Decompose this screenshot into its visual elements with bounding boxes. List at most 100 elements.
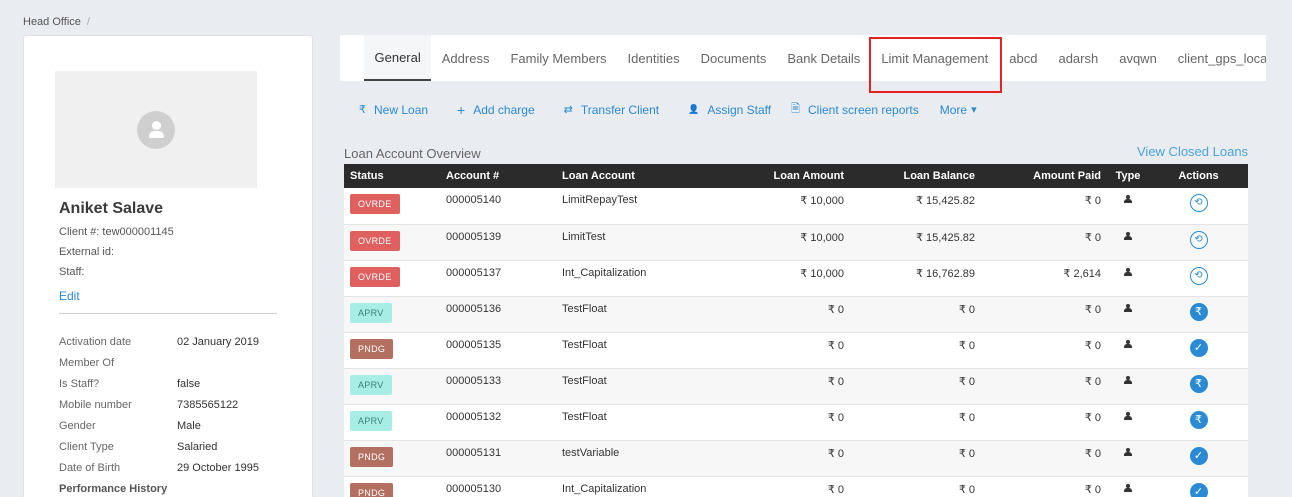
status-cell: PNDG [344,332,440,369]
table-row[interactable]: OVRDE 000005139 LimitTest ₹ 10,000 ₹ 15,425.… [344,224,1248,261]
table-row[interactable]: APRV 000005132 TestFloat ₹ 0 ₹ 0 ₹ 0 ₹ [344,404,1248,441]
account-number-cell[interactable]: 000005133 [440,368,556,405]
highlight-annotation [869,37,1002,93]
loan-balance-cell: ₹ 15,425.82 [850,188,981,225]
account-number-cell[interactable]: 000005137 [440,260,556,297]
account-number-cell[interactable]: 000005130 [440,476,556,497]
table-row[interactable]: PNDG 000005131 testVariable ₹ 0 ₹ 0 ₹ 0 ✓ [344,440,1248,477]
account-number-cell[interactable]: 000005136 [440,296,556,333]
loan-product-cell: LimitRepayTest [556,188,716,225]
plus-icon: + [457,101,466,118]
detail-activation-date: Activation date 02 January 2019 [59,336,299,348]
user-avatar-icon [137,110,175,149]
approve-icon[interactable]: ✓ [1189,338,1208,357]
tab-identities[interactable]: Identities [617,35,690,81]
tab-avqwn[interactable]: avqwn [1109,35,1168,81]
status-badge: PNDG [350,446,394,467]
loan-amount-cell: ₹ 0 [716,404,850,441]
loan-balance-cell: ₹ 16,762.89 [850,260,981,297]
account-number-cell[interactable]: 000005132 [440,404,556,441]
new-loan-button[interactable]: ₹ New Loan [359,100,428,119]
make-repayment-icon[interactable]: ⟲ [1189,230,1208,249]
loan-balance-cell: ₹ 0 [850,404,981,441]
status-badge: APRV [350,374,392,395]
add-charge-button[interactable]: + Add charge [457,100,535,119]
account-number-cell[interactable]: 000005135 [440,332,556,369]
make-repayment-icon[interactable]: ⟲ [1189,194,1208,212]
caret-down-icon: ▾ [971,104,977,116]
type-cell [1107,440,1149,477]
approve-icon[interactable]: ✓ [1189,482,1208,497]
detail-label: Member Of [59,357,115,369]
table-row[interactable]: OVRDE 000005140 LimitRepayTest ₹ 10,000 ₹ 15… [344,188,1248,225]
amount-paid-cell: ₹ 0 [981,224,1107,261]
status-badge: OVRDE [350,194,400,214]
detail-label: Client Type [59,441,114,453]
loan-product-cell: Int_Capitalization [556,476,716,497]
client-screen-reports-button[interactable]: 🗎 Client screen reports [791,100,919,119]
disburse-icon[interactable]: ₹ [1189,302,1208,321]
type-cell [1107,260,1149,297]
loan-product-cell: testVariable [556,440,716,477]
col-loan-amount: Loan Amount [716,164,850,188]
amount-paid-cell: ₹ 0 [981,476,1107,497]
table-row[interactable]: OVRDE 000005137 Int_Capitalization ₹ 10,000… [344,260,1248,297]
assign-staff-button[interactable]: 👤 Assign Staff [688,100,771,119]
status-badge: PNDG [350,482,394,497]
action-label: More [939,102,968,117]
individual-user-icon [1124,303,1132,312]
disburse-icon[interactable]: ₹ [1189,374,1208,393]
edit-link[interactable]: Edit [59,289,80,303]
loan-amount-cell: ₹ 0 [716,332,850,369]
account-number-cell[interactable]: 000005131 [440,440,556,477]
status-cell: APRV [344,368,440,405]
tab-bank-details[interactable]: Bank Details [777,35,871,81]
detail-is-staff: Is Staff? false [59,378,299,390]
actions-cell: ⟲ [1149,188,1248,225]
view-closed-loans-link[interactable]: View Closed Loans [1137,144,1248,159]
col-amount-paid: Amount Paid [981,164,1107,188]
tab-general[interactable]: General [364,35,432,81]
tab-adarsh[interactable]: adarsh [1048,35,1109,81]
tab-family-members[interactable]: Family Members [500,35,617,81]
type-cell [1107,476,1149,497]
detail-value: Salaried [177,441,218,453]
detail-label: Mobile number [59,399,132,411]
more-dropdown[interactable]: More ▾ [940,100,977,119]
status-cell: PNDG [344,440,440,477]
col-type: Type [1107,164,1149,188]
loan-balance-cell: ₹ 0 [850,476,981,497]
loan-amount-cell: ₹ 0 [716,296,850,333]
tab-address[interactable]: Address [431,35,500,81]
approve-icon[interactable]: ✓ [1189,446,1208,465]
tab-abcd[interactable]: abcd [999,35,1048,81]
table-row[interactable]: PNDG 000005135 TestFloat ₹ 0 ₹ 0 ₹ 0 ✓ [344,332,1248,369]
status-badge: OVRDE [350,230,400,251]
loan-amount-cell: ₹ 0 [716,368,850,405]
loan-amount-cell: ₹ 0 [716,476,850,497]
actions-cell: ⟲ [1149,224,1248,261]
breadcrumb: Head Office / [23,16,90,28]
client-number: Client #: tew000001145 [59,226,174,238]
account-number-cell[interactable]: 000005140 [440,188,556,225]
status-cell: OVRDE [344,188,440,225]
detail-member-of: Member Of [59,357,299,369]
loan-balance-cell: ₹ 0 [850,332,981,369]
table-row[interactable]: APRV 000005136 TestFloat ₹ 0 ₹ 0 ₹ 0 ₹ [344,296,1248,333]
account-number-cell[interactable]: 000005139 [440,224,556,261]
amount-paid-cell: ₹ 0 [981,440,1107,477]
status-cell: APRV [344,404,440,441]
make-repayment-icon[interactable]: ⟲ [1189,266,1208,285]
individual-user-icon [1124,195,1132,203]
actions-cell: ✓ [1149,332,1248,369]
transfer-client-button[interactable]: ⇄ Transfer Client [564,100,659,119]
detail-value: Male [177,420,201,432]
table-row[interactable]: APRV 000005133 TestFloat ₹ 0 ₹ 0 ₹ 0 ₹ [344,368,1248,405]
tab-documents[interactable]: Documents [690,35,777,81]
breadcrumb-office[interactable]: Head Office [23,16,81,28]
amount-paid-cell: ₹ 2,614 [981,260,1107,297]
tab-client-gps-location[interactable]: client_gps_location [1167,35,1266,81]
disburse-icon[interactable]: ₹ [1189,410,1208,429]
amount-paid-cell: ₹ 0 [981,296,1107,333]
table-row[interactable]: PNDG 000005130 Int_Capitalization ₹ 0 ₹ 0 ₹ 0… [344,476,1248,497]
